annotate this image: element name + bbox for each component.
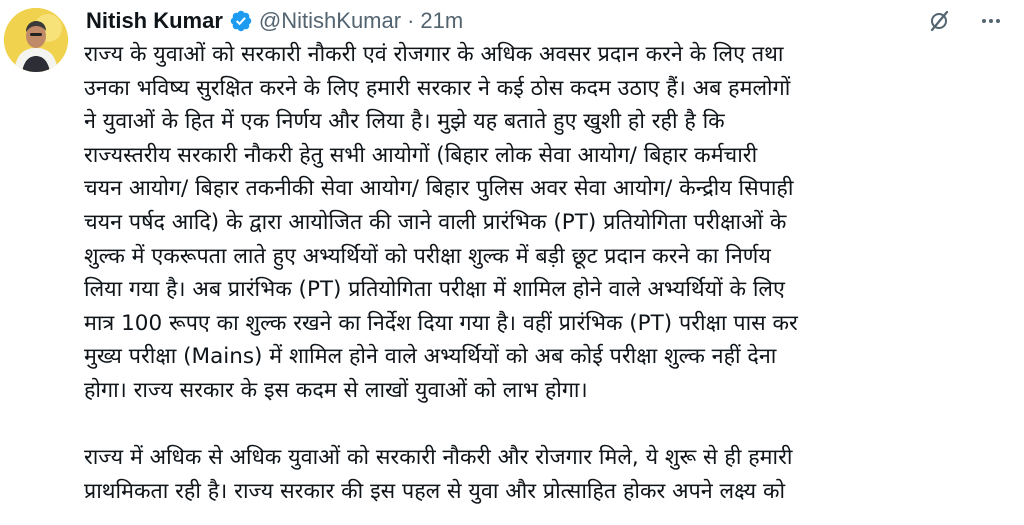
tweet-paragraph-1: राज्य के युवाओं को सरकारी नौकरी एवं रोजग… [84,42,798,403]
tweet-actions [926,8,1004,34]
grok-slash-icon[interactable] [926,8,952,34]
author-handle[interactable]: @NitishKumar [259,8,401,34]
verified-badge-icon[interactable] [229,9,253,33]
separator-dot: · [407,8,415,33]
timestamp[interactable]: 21m [420,8,463,34]
more-options-icon[interactable] [978,8,1004,34]
tweet-text: राज्य के युवाओं को सरकारी नौकरी एवं रोजग… [84,38,1004,508]
avatar-image [4,8,68,72]
tweet: Nitish Kumar @NitishKumar · 21m राज्य के… [0,0,1024,525]
author-name[interactable]: Nitish Kumar [86,8,223,34]
tweet-paragraph-2: राज्य में अधिक से अधिक युवाओं को सरकारी … [84,445,793,504]
avatar[interactable] [4,8,68,72]
tweet-header: Nitish Kumar @NitishKumar · 21m [86,8,463,34]
